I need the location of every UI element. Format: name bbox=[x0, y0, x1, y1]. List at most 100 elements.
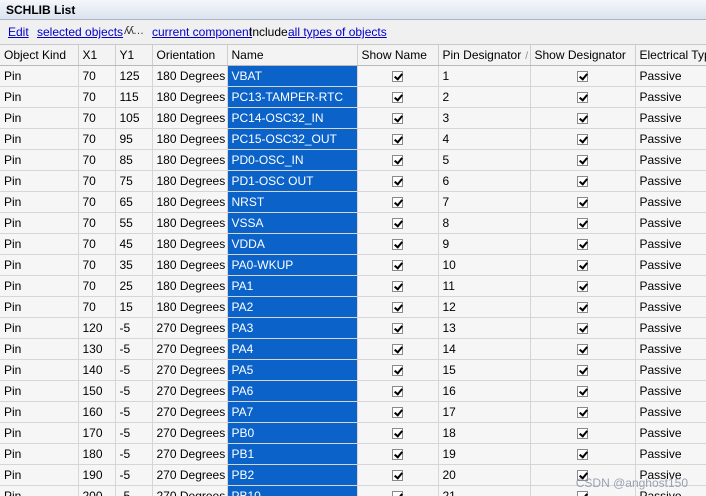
checkbox-checked-icon[interactable] bbox=[392, 71, 403, 83]
checkbox-checked-icon[interactable] bbox=[577, 71, 588, 83]
cell-pin-designator[interactable]: 5 bbox=[438, 149, 531, 171]
cell-name[interactable]: PB2 bbox=[227, 464, 358, 486]
cell-show-designator[interactable] bbox=[530, 149, 636, 171]
cell-x1[interactable]: 130 bbox=[78, 338, 116, 360]
checkbox-checked-icon[interactable] bbox=[577, 197, 588, 209]
cell-name[interactable]: PB1 bbox=[227, 443, 358, 465]
cell-show-designator[interactable] bbox=[530, 128, 636, 150]
cell-electrical-type[interactable]: Passive bbox=[635, 191, 706, 213]
selected-objects-link[interactable]: selected objects bbox=[37, 25, 123, 39]
checkbox-checked-icon[interactable] bbox=[392, 113, 403, 125]
cell-object-kind[interactable]: Pin bbox=[0, 212, 79, 234]
cell-name[interactable]: PA3 bbox=[227, 317, 358, 339]
cell-electrical-type[interactable]: Passive bbox=[635, 380, 706, 402]
cell-electrical-type[interactable]: Passive bbox=[635, 149, 706, 171]
checkbox-checked-icon[interactable] bbox=[577, 92, 588, 104]
checkbox-checked-icon[interactable] bbox=[577, 113, 588, 125]
cell-object-kind[interactable]: Pin bbox=[0, 359, 79, 381]
cell-show-designator[interactable] bbox=[530, 275, 636, 297]
cell-show-designator[interactable] bbox=[530, 65, 636, 87]
cell-x1[interactable]: 70 bbox=[78, 254, 116, 276]
cell-name[interactable]: PC13-TAMPER-RTC bbox=[227, 86, 358, 108]
table-row[interactable]: Pin 70 25 180 Degrees PA1 11 Passive bbox=[0, 275, 706, 297]
table-row[interactable]: Pin 120 -5 270 Degrees PA3 13 Passive bbox=[0, 317, 706, 339]
cell-x1[interactable]: 70 bbox=[78, 191, 116, 213]
checkbox-checked-icon[interactable] bbox=[577, 239, 588, 251]
checkbox-checked-icon[interactable] bbox=[577, 365, 588, 377]
cell-pin-designator[interactable]: 13 bbox=[438, 317, 531, 339]
cell-show-name[interactable] bbox=[357, 149, 439, 171]
cell-show-name[interactable] bbox=[357, 275, 439, 297]
cell-object-kind[interactable]: Pin bbox=[0, 254, 79, 276]
cell-show-name[interactable] bbox=[357, 485, 439, 496]
column-header[interactable]: Pin Designator / bbox=[438, 45, 531, 66]
cell-show-name[interactable] bbox=[357, 65, 439, 87]
cell-y1[interactable]: 85 bbox=[115, 149, 153, 171]
checkbox-checked-icon[interactable] bbox=[392, 470, 403, 482]
cell-name[interactable]: PA1 bbox=[227, 275, 358, 297]
cell-orientation[interactable]: 180 Degrees bbox=[152, 212, 228, 234]
checkbox-checked-icon[interactable] bbox=[392, 197, 403, 209]
cell-y1[interactable]: 125 bbox=[115, 65, 153, 87]
cell-name[interactable]: PA4 bbox=[227, 338, 358, 360]
cell-orientation[interactable]: 180 Degrees bbox=[152, 254, 228, 276]
cell-name[interactable]: PB10 bbox=[227, 485, 358, 496]
table-row[interactable]: Pin 140 -5 270 Degrees PA5 15 Passive bbox=[0, 359, 706, 381]
cell-orientation[interactable]: 180 Degrees bbox=[152, 149, 228, 171]
cell-y1[interactable]: 35 bbox=[115, 254, 153, 276]
cell-show-name[interactable] bbox=[357, 296, 439, 318]
cell-name[interactable]: PA7 bbox=[227, 401, 358, 423]
cell-electrical-type[interactable]: Passive bbox=[635, 212, 706, 234]
cell-pin-designator[interactable]: 6 bbox=[438, 170, 531, 192]
cell-name[interactable]: PA0-WKUP bbox=[227, 254, 358, 276]
cell-show-name[interactable] bbox=[357, 212, 439, 234]
checkbox-checked-icon[interactable] bbox=[577, 449, 588, 461]
cell-x1[interactable]: 200 bbox=[78, 485, 116, 496]
cell-electrical-type[interactable]: Passive bbox=[635, 422, 706, 444]
cell-x1[interactable]: 70 bbox=[78, 296, 116, 318]
cell-show-designator[interactable] bbox=[530, 422, 636, 444]
cell-pin-designator[interactable]: 21 bbox=[438, 485, 531, 496]
cell-show-name[interactable] bbox=[357, 443, 439, 465]
cell-x1[interactable]: 140 bbox=[78, 359, 116, 381]
cell-electrical-type[interactable]: Passive bbox=[635, 65, 706, 87]
table-row[interactable]: Pin 70 55 180 Degrees VSSA 8 Passive bbox=[0, 212, 706, 234]
cell-show-name[interactable] bbox=[357, 359, 439, 381]
cell-pin-designator[interactable]: 16 bbox=[438, 380, 531, 402]
table-row[interactable]: Pin 70 65 180 Degrees NRST 7 Passive bbox=[0, 191, 706, 213]
table-row[interactable]: Pin 70 105 180 Degrees PC14-OSC32_IN 3 Passive bbox=[0, 107, 706, 129]
cell-show-name[interactable] bbox=[357, 107, 439, 129]
cell-pin-designator[interactable]: 8 bbox=[438, 212, 531, 234]
cell-y1[interactable]: 75 bbox=[115, 170, 153, 192]
cell-pin-designator[interactable]: 1 bbox=[438, 65, 531, 87]
checkbox-checked-icon[interactable] bbox=[577, 281, 588, 293]
cell-object-kind[interactable]: Pin bbox=[0, 233, 79, 255]
cell-show-designator[interactable] bbox=[530, 401, 636, 423]
cell-show-name[interactable] bbox=[357, 170, 439, 192]
cell-orientation[interactable]: 180 Degrees bbox=[152, 107, 228, 129]
cell-pin-designator[interactable]: 17 bbox=[438, 401, 531, 423]
cell-orientation[interactable]: 180 Degrees bbox=[152, 275, 228, 297]
cell-show-name[interactable] bbox=[357, 338, 439, 360]
cell-x1[interactable]: 70 bbox=[78, 107, 116, 129]
cell-name[interactable]: VDDA bbox=[227, 233, 358, 255]
table-row[interactable]: Pin 70 45 180 Degrees VDDA 9 Passive bbox=[0, 233, 706, 255]
cell-name[interactable]: PD1-OSC OUT bbox=[227, 170, 358, 192]
checkbox-checked-icon[interactable] bbox=[577, 344, 588, 356]
cell-pin-designator[interactable]: 20 bbox=[438, 464, 531, 486]
cell-show-designator[interactable] bbox=[530, 191, 636, 213]
cell-electrical-type[interactable]: Passive bbox=[635, 296, 706, 318]
cell-show-designator[interactable] bbox=[530, 212, 636, 234]
cell-show-designator[interactable] bbox=[530, 170, 636, 192]
cell-name[interactable]: VBAT bbox=[227, 65, 358, 87]
cell-pin-designator[interactable]: 9 bbox=[438, 233, 531, 255]
cell-object-kind[interactable]: Pin bbox=[0, 107, 79, 129]
column-header[interactable]: Show Name bbox=[357, 45, 439, 66]
cell-x1[interactable]: 180 bbox=[78, 443, 116, 465]
edit-link[interactable]: Edit bbox=[8, 25, 29, 39]
cell-y1[interactable]: 65 bbox=[115, 191, 153, 213]
cell-electrical-type[interactable]: Passive bbox=[635, 86, 706, 108]
table-row[interactable]: Pin 70 115 180 Degrees PC13-TAMPER-RTC 2 Passi… bbox=[0, 86, 706, 108]
cell-object-kind[interactable]: Pin bbox=[0, 338, 79, 360]
table-row[interactable]: Pin 170 -5 270 Degrees PB0 18 Passive bbox=[0, 422, 706, 444]
